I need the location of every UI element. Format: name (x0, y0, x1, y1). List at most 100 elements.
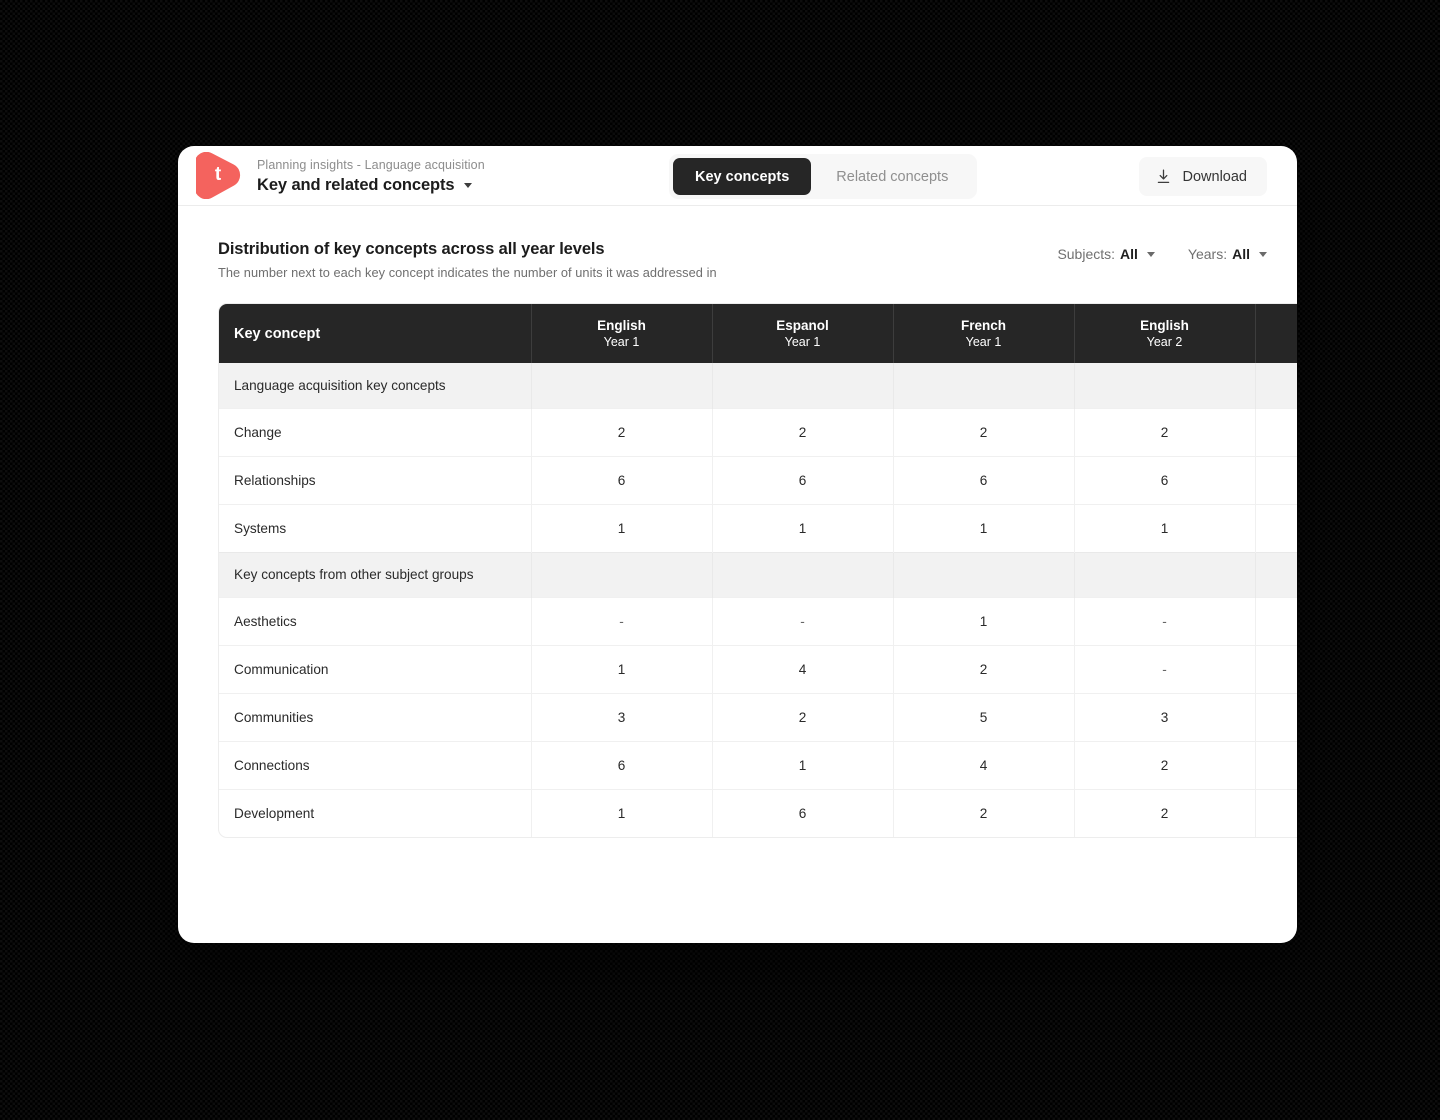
table-row: Systems 1 1 1 1 (219, 503, 1297, 552)
cell-value: 1 (1074, 503, 1256, 552)
cell-value: 5 (893, 692, 1075, 741)
table-row: Relationships 6 6 6 6 (219, 455, 1297, 504)
tab-key-concepts[interactable]: Key concepts (673, 158, 812, 195)
app-logo[interactable]: t (196, 152, 243, 199)
row-label: Communities (219, 692, 532, 741)
cell-value: 2 (893, 788, 1075, 837)
download-icon (1157, 169, 1169, 184)
filter-subjects-value: All (1120, 246, 1138, 262)
cell-value (1255, 740, 1297, 789)
logo-letter: t (214, 164, 222, 185)
row-label: Connections (219, 740, 532, 789)
row-label: Change (219, 407, 532, 456)
column-subject: Espanol (776, 318, 829, 333)
table-header-column-2: Espanol Year 1 (712, 304, 894, 363)
cell-value: 1 (712, 740, 894, 789)
row-label: Development (219, 788, 532, 837)
table-header-key-concept: Key concept (219, 304, 532, 363)
table-row: Communities 3 2 5 3 (219, 692, 1297, 741)
cell-value (712, 363, 894, 408)
cell-value: 4 (893, 740, 1075, 789)
filters: Subjects: All Years: All (1057, 240, 1269, 262)
cell-value: 2 (893, 644, 1075, 693)
cell-value: 1 (531, 644, 713, 693)
column-subject: English (597, 318, 646, 333)
download-label: Download (1182, 168, 1248, 185)
chevron-down-icon (1259, 252, 1267, 257)
filter-subjects-label: Subjects: (1057, 246, 1116, 262)
empty-value-dash: - (619, 613, 624, 629)
section-header: Distribution of key concepts across all … (218, 240, 1269, 280)
table-row: Change 2 2 2 2 (219, 407, 1297, 456)
cell-value (1255, 503, 1297, 552)
filter-years-value: All (1232, 246, 1250, 262)
table-header-column-1: English Year 1 (531, 304, 713, 363)
app-window: t Planning insights - Language acquisiti… (178, 146, 1297, 943)
cell-value (1074, 363, 1256, 408)
cell-value (1255, 363, 1297, 408)
empty-value-dash: - (1162, 661, 1167, 677)
cell-value (893, 363, 1075, 408)
cell-value: 2 (1074, 788, 1256, 837)
cell-value (1255, 644, 1297, 693)
cell-value (1255, 692, 1297, 741)
brand-text: Planning insights - Language acquisition… (257, 157, 485, 195)
cell-value: 2 (1074, 740, 1256, 789)
section-label: Language acquisition key concepts (219, 363, 532, 408)
cell-value: 6 (712, 455, 894, 504)
row-label: Relationships (219, 455, 532, 504)
cell-value (1255, 407, 1297, 456)
table-header-row: Key concept English Year 1 Espanol Year 1 Fre… (219, 304, 1297, 363)
cell-value: 1 (893, 503, 1075, 552)
table-section-row: Language acquisition key concepts (219, 363, 1297, 408)
cell-value: - (1074, 596, 1256, 645)
cell-value: 1 (531, 503, 713, 552)
cell-value: 1 (531, 788, 713, 837)
row-label: Communication (219, 644, 532, 693)
cell-value: 2 (893, 407, 1075, 456)
page-title: Key and related concepts (257, 175, 455, 194)
cell-value: 1 (893, 596, 1075, 645)
cell-value (712, 551, 894, 597)
breadcrumb: Planning insights - Language acquisition (257, 157, 485, 172)
table-header-column-3: French Year 1 (893, 304, 1075, 363)
cell-value: 2 (531, 407, 713, 456)
cell-value: 2 (712, 407, 894, 456)
concepts-table-wrapper: Key concept English Year 1 Espanol Year 1 Fre… (218, 303, 1297, 838)
app-topbar: t Planning insights - Language acquisiti… (178, 146, 1297, 206)
table-row: Development 1 6 2 2 (219, 788, 1297, 837)
cell-value: 4 (712, 644, 894, 693)
filter-years[interactable]: Years: All (1188, 246, 1267, 262)
cell-value (1255, 788, 1297, 837)
empty-value-dash: - (800, 613, 805, 629)
section-label: Key concepts from other subject groups (219, 551, 532, 597)
cell-value: - (1074, 644, 1256, 693)
column-subject: French (960, 318, 1006, 333)
content-area: Distribution of key concepts across all … (178, 206, 1297, 838)
section-subheading: The number next to each key concept indi… (218, 265, 717, 280)
table-section-row: Key concepts from other subject groups (219, 551, 1297, 597)
column-year: Year 1 (965, 335, 1002, 349)
download-button[interactable]: Download (1138, 157, 1267, 196)
column-year: Year 2 (1146, 335, 1183, 349)
cell-value (1255, 596, 1297, 645)
table-head: Key concept English Year 1 Espanol Year 1 Fre… (219, 304, 1297, 363)
section-heading: Distribution of key concepts across all … (218, 240, 605, 258)
column-subject: English (1140, 318, 1189, 333)
filter-subjects[interactable]: Subjects: All (1057, 246, 1155, 262)
cell-value: 6 (531, 455, 713, 504)
page-title-dropdown[interactable]: Key and related concepts (257, 175, 485, 195)
cell-value: 6 (712, 788, 894, 837)
table-header-column-5 (1255, 304, 1297, 363)
cell-value (1255, 455, 1297, 504)
cell-value (893, 551, 1075, 597)
cell-value: 3 (1074, 692, 1256, 741)
concepts-table: Key concept English Year 1 Espanol Year 1 Fre… (219, 304, 1297, 837)
section-titles: Distribution of key concepts across all … (218, 240, 717, 280)
cell-value (531, 363, 713, 408)
cell-value: 2 (1074, 407, 1256, 456)
cell-value (1074, 551, 1256, 597)
cell-value: 3 (531, 692, 713, 741)
tab-related-concepts[interactable]: Related concepts (811, 158, 973, 195)
empty-value-dash: - (1162, 613, 1167, 629)
